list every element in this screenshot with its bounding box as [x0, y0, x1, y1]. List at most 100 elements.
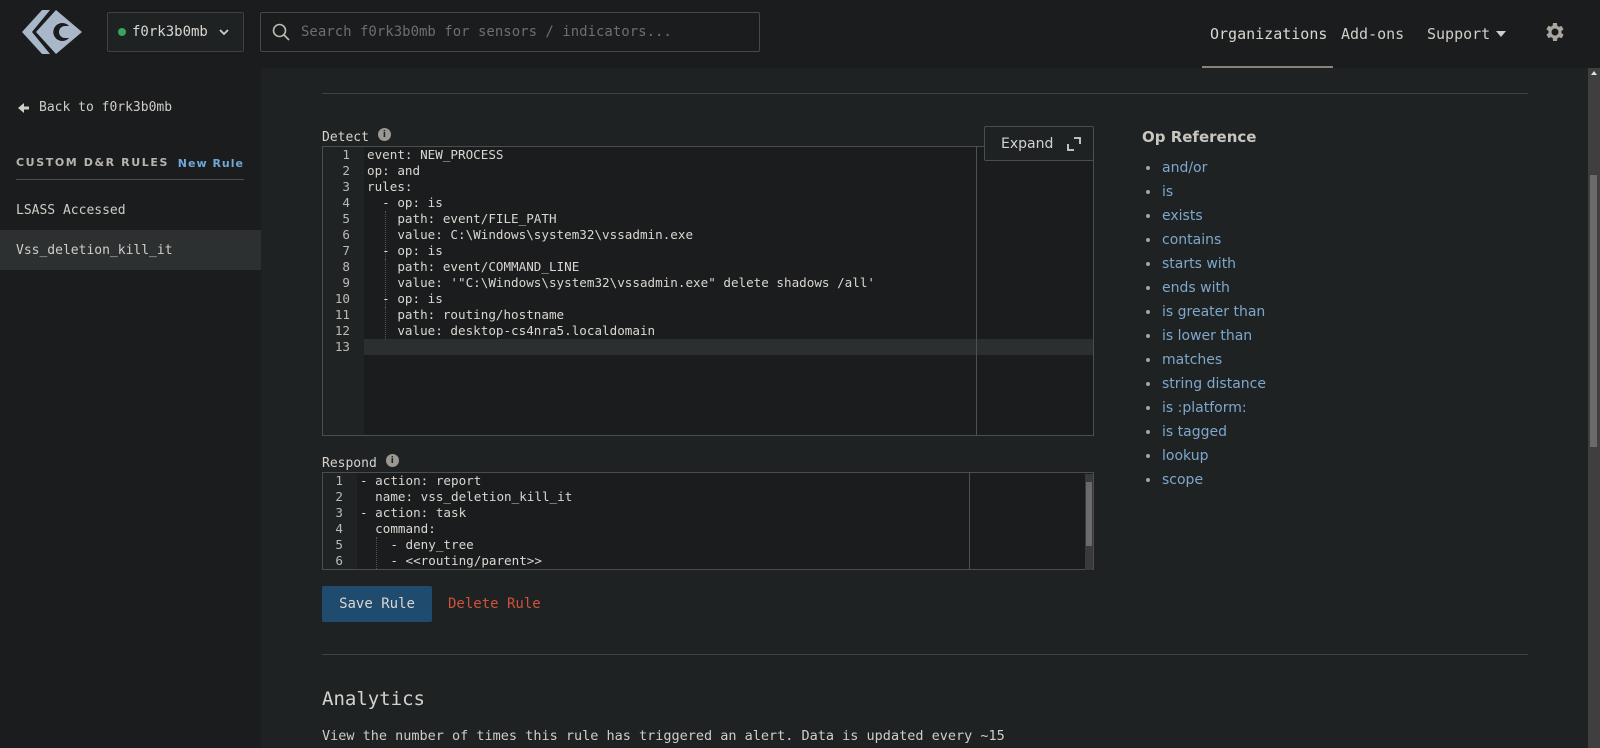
bullet-icon [1146, 262, 1150, 266]
line-number: 6 [342, 227, 350, 242]
expand-button[interactable]: Expand [984, 126, 1094, 161]
info-icon[interactable]: i [377, 128, 391, 141]
code-line: - action: report [360, 473, 482, 488]
nav-add-ons-label: Add-ons [1341, 25, 1405, 43]
rule-item-label: Vss_deletion_kill_it [16, 242, 173, 258]
back-link[interactable]: Back to f0rk3b0mb [18, 100, 172, 115]
search-input[interactable] [301, 24, 741, 40]
rule-item[interactable]: Vss_deletion_kill_it [0, 230, 261, 270]
org-selector[interactable]: f0rk3b0mb [107, 12, 244, 52]
op-reference-link[interactable]: string distance [1162, 376, 1266, 392]
bullet-icon [1146, 310, 1150, 314]
code-line: value: desktop-cs4nra5.localdomain [367, 323, 656, 338]
op-reference-item[interactable]: lookup [1146, 444, 1266, 468]
rules-section-title: CUSTOM D&R RULES [16, 156, 170, 169]
op-reference-link[interactable]: is tagged [1162, 424, 1227, 440]
search-box[interactable] [260, 12, 760, 52]
line-number: 12 [334, 323, 350, 338]
op-reference-item[interactable]: scope [1146, 468, 1266, 492]
op-reference-item[interactable]: is tagged [1146, 420, 1266, 444]
op-reference-item[interactable]: string distance [1146, 372, 1266, 396]
respond-minimap[interactable] [969, 473, 1085, 569]
line-number: 5 [335, 537, 343, 552]
op-reference-link[interactable]: is :platform: [1162, 400, 1247, 416]
line-number: 1 [342, 147, 350, 162]
bullet-icon [1146, 358, 1150, 362]
sidebar: Back to f0rk3b0mb CUSTOM D&R RULES New R… [0, 68, 261, 748]
page-scrollbar[interactable] [1588, 68, 1600, 748]
op-reference-link[interactable]: lookup [1162, 448, 1208, 464]
gear-icon[interactable] [1543, 20, 1567, 44]
org-status-dot [118, 28, 126, 36]
op-reference-item[interactable]: is greater than [1146, 300, 1266, 324]
logo-icon[interactable] [20, 8, 82, 56]
analytics-title: Analytics [322, 688, 425, 710]
code-line: op: and [367, 163, 421, 178]
rule-item[interactable]: LSASS Accessed [0, 190, 261, 230]
bullet-icon [1146, 406, 1150, 410]
divider [322, 654, 1528, 655]
op-reference-link[interactable]: is [1162, 184, 1173, 200]
code-line: value: C:\Windows\system32\vssadmin.exe [367, 227, 694, 242]
bullet-icon [1146, 190, 1150, 194]
op-reference-link[interactable]: matches [1162, 352, 1222, 368]
code-line: name: vss_deletion_kill_it [360, 489, 573, 504]
op-reference-item[interactable]: is :platform: [1146, 396, 1266, 420]
detect-label-text: Detect [322, 130, 369, 145]
line-number: 3 [335, 505, 343, 520]
line-number: 9 [342, 275, 350, 290]
bullet-icon [1146, 454, 1150, 458]
op-reference-item[interactable]: ends with [1146, 276, 1266, 300]
op-reference-link[interactable]: contains [1162, 232, 1221, 248]
op-reference-item[interactable]: exists [1146, 204, 1266, 228]
save-rule-button[interactable]: Save Rule [322, 586, 432, 622]
chevron-down-icon [219, 29, 229, 36]
nav-organizations[interactable]: Organizations [1210, 0, 1327, 68]
op-reference-link[interactable]: and/or [1162, 160, 1207, 176]
line-number: 10 [334, 291, 350, 306]
op-reference-link[interactable]: starts with [1162, 256, 1236, 272]
code-line: - op: is [367, 291, 443, 306]
scroll-up-icon[interactable] [1591, 71, 1597, 75]
nav-support[interactable]: Support [1427, 0, 1507, 68]
indent-guide [385, 307, 386, 339]
analytics-description: View the number of times this rule has t… [322, 728, 1005, 744]
op-reference-item[interactable]: starts with [1146, 252, 1266, 276]
op-reference-item[interactable]: is lower than [1146, 324, 1266, 348]
op-reference-item[interactable]: is [1146, 180, 1266, 204]
caret-down-icon [1496, 31, 1507, 37]
code-line: - <<routing/parent>> [360, 553, 542, 568]
indent-guide [376, 537, 377, 569]
page-scrollbar-thumb[interactable] [1590, 175, 1597, 447]
op-reference-item[interactable]: matches [1146, 348, 1266, 372]
indent-guide [385, 211, 386, 259]
line-number: 2 [342, 163, 350, 178]
detect-label: Detect i [322, 128, 391, 145]
respond-label: Respond i [322, 454, 399, 471]
respond-scrollbar[interactable] [1085, 474, 1093, 570]
bullet-icon [1146, 166, 1150, 170]
op-reference-link[interactable]: scope [1162, 472, 1203, 488]
op-reference-link[interactable]: ends with [1162, 280, 1230, 296]
expand-label: Expand [1001, 135, 1054, 152]
bullet-icon [1146, 214, 1150, 218]
info-icon[interactable]: i [385, 454, 399, 467]
nav-add-ons[interactable]: Add-ons [1341, 0, 1404, 68]
detect-minimap[interactable] [976, 147, 1093, 435]
op-reference-link[interactable]: is greater than [1162, 304, 1265, 320]
op-reference-link[interactable]: is lower than [1162, 328, 1252, 344]
detect-editor[interactable]: 1 event: NEW_PROCESS 2 op: and 3 rules: 4 - op… [322, 146, 1094, 436]
scrollbar-thumb[interactable] [1086, 482, 1092, 546]
nav-organizations-label: Organizations [1210, 25, 1328, 43]
back-link-label: Back to f0rk3b0mb [39, 100, 173, 115]
op-reference-item[interactable]: contains [1146, 228, 1266, 252]
new-rule-button[interactable]: New Rule [178, 157, 244, 170]
op-reference-item[interactable]: and/or [1146, 156, 1266, 180]
bullet-icon [1146, 334, 1150, 338]
line-number: 3 [342, 179, 350, 194]
line-number: 4 [342, 195, 350, 210]
delete-rule-button[interactable]: Delete Rule [448, 586, 541, 622]
respond-label-text: Respond [322, 456, 377, 471]
respond-editor[interactable]: 1 - action: report 2 name: vss_deletion_ki… [322, 472, 1094, 570]
op-reference-link[interactable]: exists [1162, 208, 1203, 224]
